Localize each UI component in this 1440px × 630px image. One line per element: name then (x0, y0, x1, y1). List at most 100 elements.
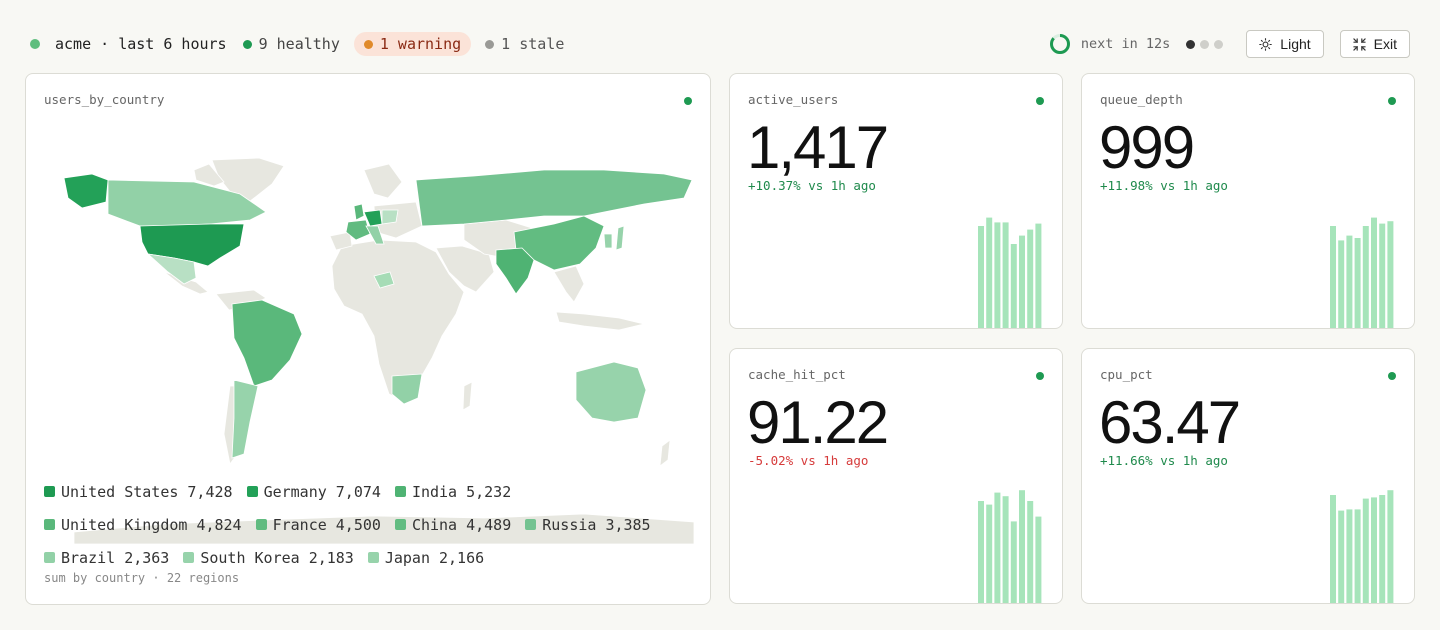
sparkline-bar (1346, 235, 1353, 328)
cpu-pct-panel[interactable]: cpu_pct 63.47 +11.66% vs 1h ago (1081, 348, 1415, 604)
legend-item[interactable]: United Kingdom 4,824 (44, 516, 242, 534)
sparkline-bar (1027, 229, 1034, 328)
sparkline-bar (1010, 244, 1017, 328)
map-region-indonesia (555, 311, 645, 331)
panel-status-dot-icon (1388, 97, 1396, 105)
legend-item[interactable]: China 4,489 (394, 515, 512, 534)
map-region-uk (353, 203, 365, 221)
legend-country: Japan (384, 548, 430, 567)
page-dot-icon[interactable] (1214, 39, 1224, 49)
metric-delta: +10.37% vs 1h ago (748, 178, 876, 193)
legend-value: 4,489 (466, 515, 512, 534)
sparkline-bar (986, 504, 993, 603)
warning-label: 1 warning (379, 35, 462, 53)
theme-light-label: Light (1280, 36, 1311, 52)
sparkline-bar (1387, 221, 1394, 328)
legend-value: 4,824 (196, 515, 242, 534)
map-region-australia (575, 361, 647, 423)
sparkline-chart (1330, 490, 1394, 603)
map-region-madagascar (462, 381, 473, 411)
map-region-poland (381, 209, 399, 225)
sun-icon (1259, 37, 1273, 51)
sparkline-bar (1330, 495, 1336, 603)
legend-item[interactable]: Brazil 2,363 (44, 549, 169, 567)
legend-swatch (367, 552, 379, 563)
brand-dot-icon (30, 39, 40, 49)
dashboard-status: acme · last 6 hours 9 healthy 1 warning … (26, 32, 564, 56)
legend-swatch (44, 486, 55, 497)
theme-light-button[interactable]: Light (1246, 30, 1324, 58)
sparkline-bar (1354, 238, 1361, 328)
legend-swatch (44, 519, 55, 530)
exit-fullscreen-button[interactable]: Exit (1339, 30, 1410, 58)
healthy-dot-icon (242, 39, 252, 49)
map-region-alaska (63, 173, 109, 209)
panel-status-dot-icon (1388, 372, 1396, 380)
metric-value: 91.22 (747, 389, 889, 456)
legend-country: Russia (542, 515, 597, 534)
page-dot-icon[interactable] (1200, 39, 1210, 49)
legend-row: United Kingdom 4,824 France 4,500 China 4,489… (44, 508, 694, 541)
sparkline-bar (986, 217, 993, 328)
panel-status-dot-icon (1036, 372, 1044, 380)
map-region-south-africa (391, 373, 423, 405)
healthy-count[interactable]: 9 healthy (242, 35, 340, 53)
sparkline-chart (978, 490, 1042, 603)
active-users-panel[interactable]: active_users 1,417 +10.37% vs 1h ago (729, 73, 1063, 329)
map-region-southeast-asia (553, 265, 585, 303)
legend-swatch (525, 519, 537, 530)
map-footer: sum by country · 22 regions (44, 571, 240, 585)
warning-dot-icon (363, 39, 373, 49)
page-indicator[interactable] (1186, 39, 1228, 49)
map-region-argentina (231, 379, 259, 459)
warning-badge[interactable]: 1 warning (353, 32, 472, 56)
panel-title: queue_depth (1100, 92, 1183, 107)
sparkline-bar (1362, 226, 1369, 328)
sparkline-bar (978, 501, 984, 603)
legend-country: Brazil (61, 548, 116, 567)
legend-value: 2,166 (439, 548, 485, 567)
sparkline-bar (1002, 222, 1009, 328)
legend-item[interactable]: Germany 7,074 (246, 482, 381, 501)
legend-value: 3,385 (605, 515, 651, 534)
sparkline-bar (1362, 498, 1369, 603)
legend-item[interactable]: France 4,500 (255, 516, 381, 534)
page-dot-icon[interactable] (1186, 39, 1196, 49)
metric-delta: +11.98% vs 1h ago (1100, 178, 1228, 193)
legend-value: 5,232 (466, 482, 512, 501)
sparkline-bar (978, 226, 984, 328)
sparkline-bar (1010, 521, 1017, 603)
map-region-brazil (231, 299, 303, 387)
panel-title: users_by_country (44, 92, 165, 107)
sparkline-bar (1338, 240, 1345, 328)
users-by-country-panel[interactable]: users_by_country United States 7,428 Ger… (25, 73, 711, 605)
map-region-new-zealand (659, 439, 671, 467)
legend-swatch (394, 519, 406, 530)
legend-item[interactable]: Japan 2,166 (367, 548, 485, 567)
stale-dot-icon (485, 39, 495, 49)
legend-item[interactable]: United States 7,428 (44, 483, 233, 501)
legend-item[interactable]: South Korea 2,183 (183, 549, 354, 567)
dashboard-title: acme · last 6 hours (55, 35, 227, 53)
legend-country: South Korea (200, 548, 300, 567)
panel-title: active_users (748, 92, 839, 107)
queue-depth-panel[interactable]: queue_depth 999 +11.98% vs 1h ago (1081, 73, 1415, 329)
panel-status-dot-icon (1036, 97, 1044, 105)
refresh-countdown-icon (1049, 34, 1070, 54)
legend-country: India (411, 482, 458, 501)
legend-value: 7,074 (335, 482, 381, 501)
map-region-russia (415, 169, 693, 227)
legend-item[interactable]: Russia 3,385 (525, 515, 651, 534)
sparkline-bar (1330, 226, 1336, 328)
stale-count[interactable]: 1 stale (485, 35, 564, 53)
metric-delta: +11.66% vs 1h ago (1100, 453, 1228, 468)
legend-swatch (183, 552, 195, 563)
legend-row: United States 7,428 Germany 7,074 India 5,232 (44, 475, 694, 508)
legend-item[interactable]: India 5,232 (394, 482, 512, 501)
exit-label: Exit (1373, 36, 1397, 52)
sparkline-bar (1019, 490, 1025, 603)
cache-hit-pct-panel[interactable]: cache_hit_pct 91.22 -5.02% vs 1h ago (729, 348, 1063, 604)
healthy-label: 9 healthy (258, 35, 340, 53)
sparkline-bar (1035, 516, 1042, 603)
map-region-scandinavia (363, 163, 403, 199)
